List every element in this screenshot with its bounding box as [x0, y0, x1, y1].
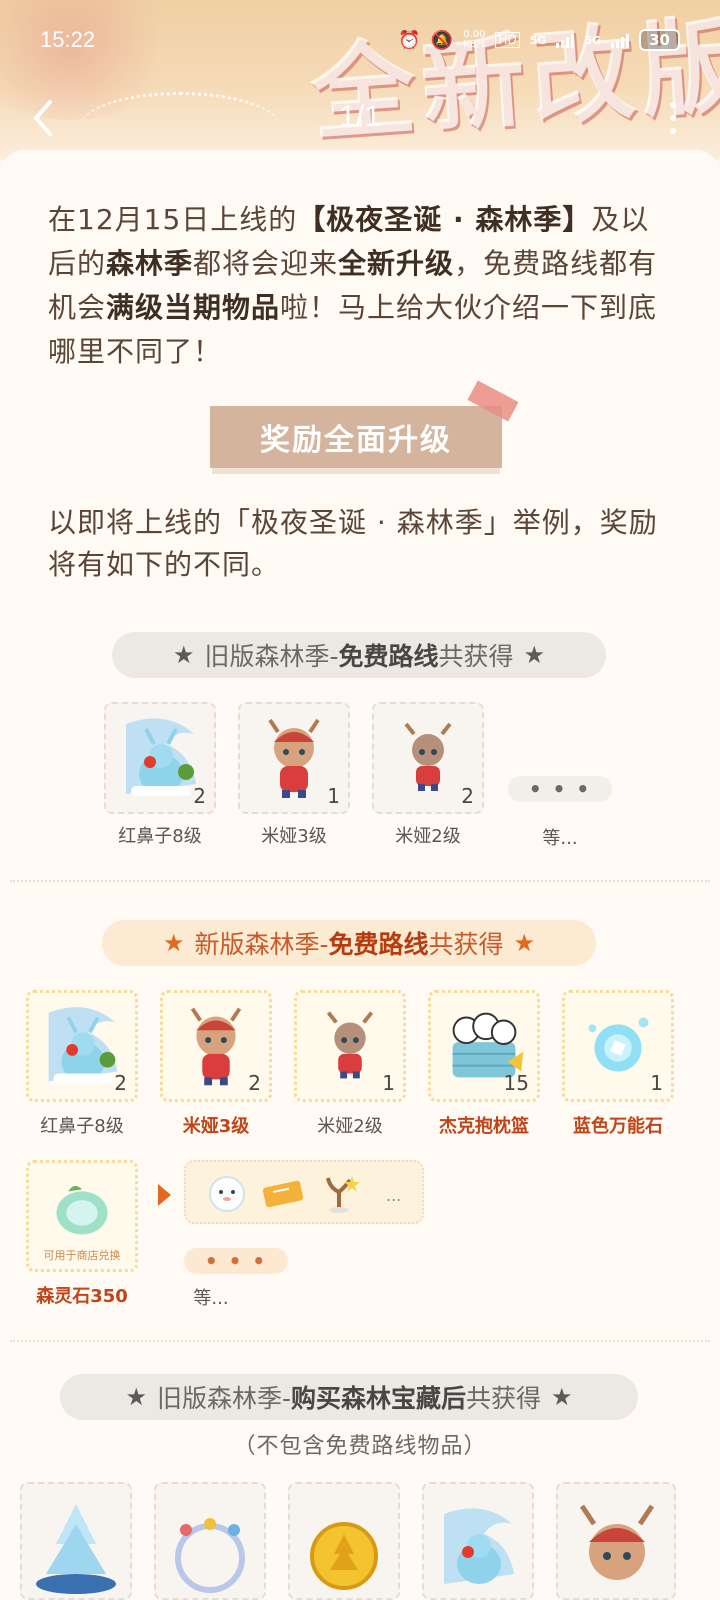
- item-count: 2: [248, 1071, 261, 1095]
- intro-paragraph: 在12月15日上线的【极夜圣诞 · 森林季】及以后的森林季都将会迎来全新升级，免…: [48, 198, 678, 374]
- old-paid-note: （不包含免费路线物品）: [233, 1434, 487, 1459]
- item-red-nose-lv8-new[interactable]: 2: [26, 990, 138, 1102]
- old-free-route-title: ★ 旧版森林季-免费路线共获得 ★: [112, 632, 606, 678]
- star-icon: ★: [523, 641, 546, 669]
- strip-more-label: ...: [386, 1186, 402, 1205]
- item-label: 米娅2级: [395, 826, 461, 847]
- more-items-pill: • • •: [184, 1248, 288, 1274]
- item-count: 2: [193, 784, 206, 808]
- article-content: 在12月15日上线的【极夜圣诞 · 森林季】及以后的森林季都将会迎来全新升级，免…: [0, 150, 720, 1600]
- star-icon: ★: [172, 641, 195, 669]
- section-title-ribbon: 奖励全面升级: [210, 406, 502, 468]
- nav-bar: 1/1: [0, 92, 720, 144]
- item-bead-ring[interactable]: [154, 1482, 266, 1600]
- item-mia-lv2-new[interactable]: 1: [294, 990, 406, 1102]
- star-icon: ★: [162, 929, 185, 957]
- section-divider: [10, 1340, 710, 1342]
- new-free-route-title: ★ 新版森林季-免费路线共获得 ★: [102, 920, 596, 966]
- signal-icon-1: [556, 32, 575, 48]
- battery-indicator: 30: [639, 29, 680, 51]
- dot: [670, 114, 676, 121]
- forest-stone-icon: [56, 1185, 108, 1235]
- more-items-pill: • • •: [508, 776, 612, 802]
- item-mia-lv3-new[interactable]: 2: [160, 990, 272, 1102]
- item-crystal-tree[interactable]: [20, 1482, 132, 1600]
- arrow-right-icon: [158, 1184, 171, 1206]
- star-icon: ★: [125, 1383, 147, 1411]
- more-items-label: 等...: [193, 1288, 229, 1309]
- star-icon: ★: [551, 1383, 573, 1411]
- extra-rewards-strip[interactable]: ...: [184, 1160, 424, 1224]
- intro-text: 在12月15日上线的: [48, 203, 298, 236]
- status-bar: 15:22 ⏰ 🔕 0.00 KB/s HD 5G 5G 30: [0, 0, 720, 80]
- item-count: 1: [382, 1071, 395, 1095]
- item-red-nose-lv8-old[interactable]: 2: [104, 702, 216, 814]
- more-items-label: 等...: [542, 828, 578, 849]
- item-count: 2: [461, 784, 474, 808]
- dot: [670, 128, 676, 135]
- status-time: 15:22: [40, 27, 96, 52]
- item-count: 15: [503, 1071, 529, 1095]
- net-speed: 0.00 KB/s: [463, 29, 486, 50]
- item-label: 红鼻子8级: [118, 826, 202, 847]
- signal-label-2: 5G: [584, 33, 602, 47]
- intro-highlight-event: 【极夜圣诞 · 森林季】: [297, 203, 592, 236]
- item-usage-note: 可用于商店兑换: [43, 1249, 121, 1262]
- title-text: 新版森林季-免费路线共获得: [194, 930, 504, 959]
- example-paragraph: 以即将上线的「极夜圣诞 · 森林季」举例，奖励将有如下的不同。: [48, 506, 658, 581]
- item-count: 2: [114, 1071, 127, 1095]
- intro-highlight-season: 森林季: [106, 247, 194, 280]
- title-text: 旧版森林季-免费路线共获得: [204, 642, 514, 671]
- intro-text: 都将会迎来: [193, 247, 339, 280]
- item-label: 森灵石350: [36, 1286, 128, 1307]
- item-label: 杰克抱枕篮: [439, 1116, 529, 1137]
- intro-highlight-items: 满级当期物品: [106, 291, 281, 324]
- item-label: 米娅3级: [182, 1116, 250, 1137]
- mute-icon: 🔕: [430, 29, 454, 51]
- old-paid-route-title: ★ 旧版森林季-购买森林宝藏后共获得 ★: [60, 1374, 638, 1420]
- item-jack-pillow-basket[interactable]: 15: [428, 990, 540, 1102]
- intro-highlight-upgrade: 全新升级: [338, 247, 455, 280]
- item-gold-coin[interactable]: [288, 1482, 400, 1600]
- item-label: 红鼻子8级: [40, 1116, 124, 1137]
- hd-icon: HD: [495, 32, 520, 48]
- item-label: 蓝色万能石: [573, 1116, 663, 1137]
- signal-label-1: 5G: [529, 33, 547, 47]
- dot: [670, 101, 676, 108]
- crystal-tree-icon: [36, 1504, 116, 1594]
- title-text: 旧版森林季-购买森林宝藏后共获得: [156, 1384, 542, 1413]
- ticket-icon: [262, 1180, 304, 1208]
- item-blue-universal-stone[interactable]: 1: [562, 990, 674, 1102]
- item-count: 1: [650, 1071, 663, 1095]
- item-count: 1: [327, 784, 340, 808]
- snowball-icon: [209, 1176, 245, 1212]
- antler-decor-icon: [326, 1176, 360, 1213]
- item-mia-lv3-old[interactable]: 1: [238, 702, 350, 814]
- item-mia-paid[interactable]: [556, 1482, 676, 1600]
- status-icons: ⏰ 🔕 0.00 KB/s HD 5G 5G 30: [398, 29, 680, 51]
- reindeer-ice-icon: [444, 1508, 514, 1584]
- more-options-button[interactable]: [666, 98, 680, 138]
- mia-doll-icon: [579, 1504, 655, 1580]
- signal-icon-2: [611, 32, 630, 48]
- gold-coin-icon: [310, 1522, 378, 1590]
- section-divider: [10, 880, 710, 882]
- item-label: 米娅3级: [261, 826, 327, 847]
- bead-ring-icon: [175, 1518, 245, 1593]
- star-icon: ★: [513, 929, 536, 957]
- item-red-nose-paid[interactable]: [422, 1482, 534, 1600]
- item-mia-lv2-old[interactable]: 2: [372, 702, 484, 814]
- item-label: 米娅2级: [317, 1116, 383, 1137]
- item-forest-spirit-stone[interactable]: 可用于商店兑换: [26, 1160, 138, 1272]
- page-indicator: 1/1: [339, 100, 381, 133]
- alarm-icon: ⏰: [398, 29, 421, 51]
